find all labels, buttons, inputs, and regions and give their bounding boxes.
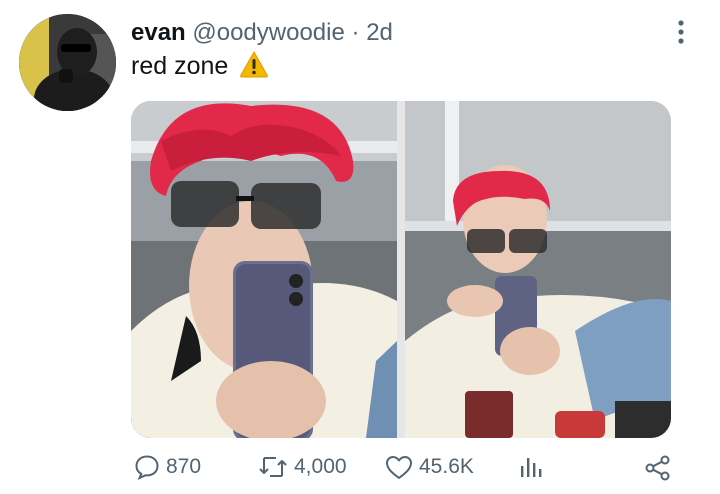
retweet-icon: [259, 457, 287, 477]
share-button[interactable]: [644, 454, 672, 482]
retweet-button[interactable]: 4,000: [258, 454, 347, 480]
display-name[interactable]: evan: [131, 19, 186, 46]
reply-button[interactable]: 870: [134, 454, 201, 480]
like-button[interactable]: 45.6K: [385, 454, 474, 480]
separator: ·: [351, 19, 360, 46]
analytics-button[interactable]: [518, 454, 544, 480]
reply-count: 870: [166, 455, 202, 478]
warning-emoji-icon: [239, 50, 269, 85]
more-options-button[interactable]: [672, 17, 690, 47]
share-icon: [645, 455, 670, 481]
media-grid: [131, 101, 671, 438]
tweet[interactable]: evan @oodywoodie · 2d red zone 870 4,000…: [0, 0, 720, 494]
tweet-text-content: red zone: [131, 52, 229, 80]
avatar[interactable]: [19, 14, 116, 111]
more-vertical-icon: [678, 20, 684, 44]
photo-selfie-closeup[interactable]: [131, 101, 397, 438]
tweet-header: evan @oodywoodie · 2d: [131, 18, 393, 48]
like-count: 45.6K: [419, 455, 474, 478]
tweet-actions: 870 4,000 45.6K: [0, 446, 720, 490]
photo-selfie-wide[interactable]: [405, 101, 671, 438]
timestamp[interactable]: 2d: [366, 19, 393, 46]
photo-image: [405, 101, 671, 438]
analytics-icon: [521, 458, 542, 477]
tweet-text: red zone: [131, 50, 269, 85]
photo-image: [131, 101, 397, 438]
handle[interactable]: @oodywoodie: [192, 19, 344, 46]
retweet-count: 4,000: [294, 455, 347, 478]
heart-icon: [386, 456, 412, 479]
reply-icon: [135, 455, 159, 480]
avatar-image: [19, 14, 116, 111]
